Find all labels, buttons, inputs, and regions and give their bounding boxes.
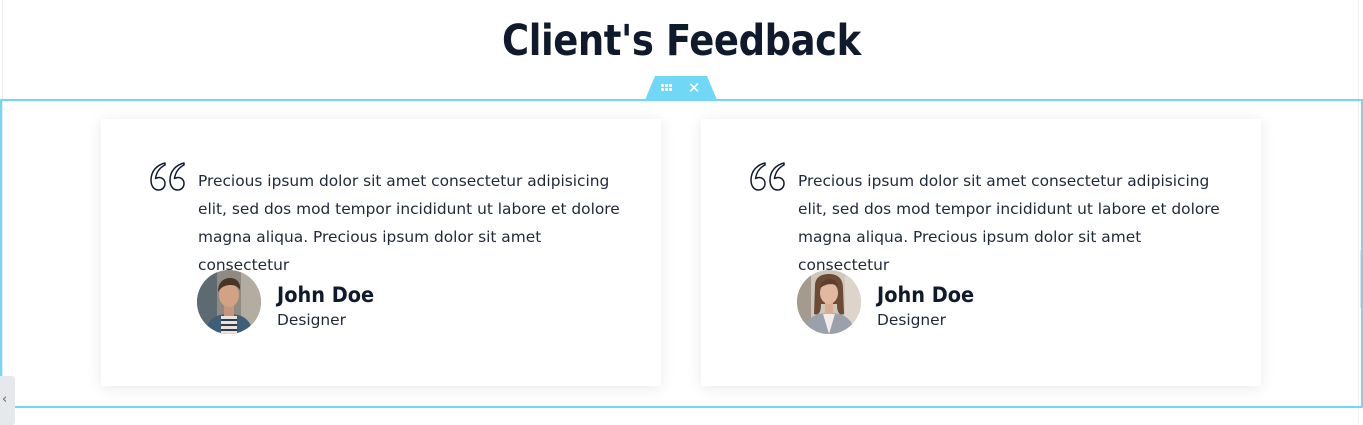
avatar [797, 270, 861, 334]
quote-icon [750, 162, 785, 191]
author-name: John Doe [277, 283, 375, 307]
drag-handle-icon[interactable] [661, 84, 673, 91]
author-role: Designer [277, 311, 346, 329]
section-edit-handle[interactable]: ✕ [645, 76, 717, 100]
quote-icon [150, 162, 185, 191]
testimonial-quote: Precious ipsum dolor sit amet consectetu… [198, 172, 620, 274]
chevron-left-icon: ‹ [2, 392, 8, 407]
avatar [197, 270, 261, 334]
author-role: Designer [877, 311, 946, 329]
testimonial-card: Precious ipsum dolor sit amet consectetu… [701, 119, 1261, 386]
panel-collapse-toggle[interactable]: ‹ [0, 376, 15, 425]
avatar-woman-photo [797, 270, 861, 334]
author-name: John Doe [877, 283, 975, 307]
testimonial-quote: Precious ipsum dolor sit amet consectetu… [798, 172, 1220, 274]
section-title: Client's Feedback [502, 16, 861, 66]
avatar-man-photo [197, 270, 261, 334]
testimonial-card: Precious ipsum dolor sit amet consectetu… [101, 119, 661, 386]
close-icon[interactable]: ✕ [685, 77, 703, 99]
